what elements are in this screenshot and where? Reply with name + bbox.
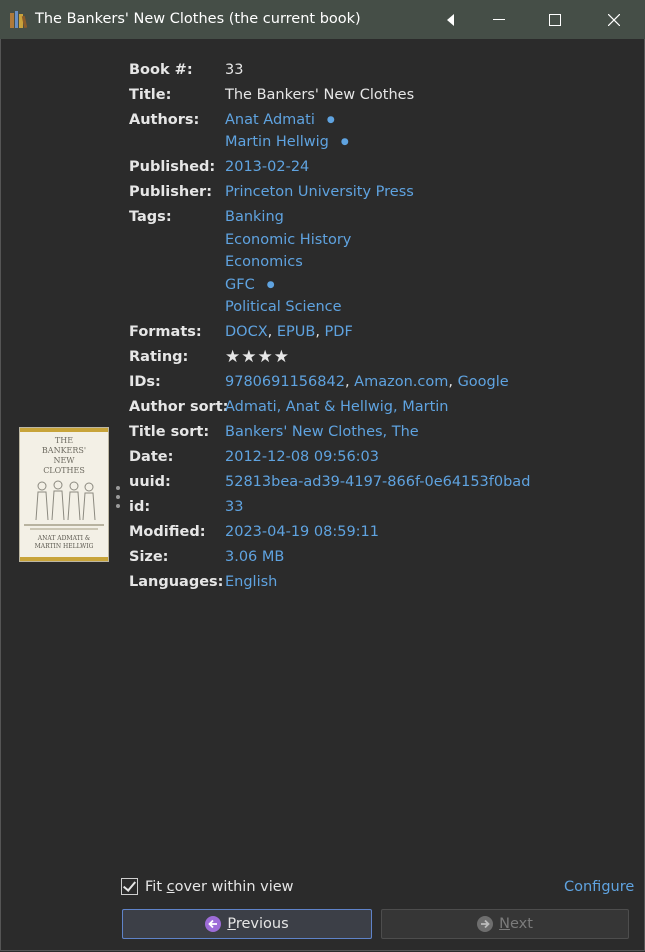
star-rating: ★★★★ — [225, 347, 290, 367]
cover-author-line: MARTIN HELLWIG — [34, 543, 94, 550]
book-cover[interactable]: THE BANKERS' NEW CLOTHES ANAT ADMATI & M… — [20, 428, 108, 561]
tag-link[interactable]: GFC — [225, 277, 255, 293]
checkbox-checked-icon[interactable] — [121, 878, 138, 895]
field-label: Title: — [129, 87, 172, 103]
format-link[interactable]: EPUB — [277, 324, 315, 340]
id-link[interactable]: Google — [458, 374, 509, 390]
title-sort-link[interactable]: Bankers' New Clothes, The — [225, 424, 419, 440]
language-link[interactable]: English — [225, 574, 277, 590]
next-label: Next — [499, 916, 533, 932]
tag-link[interactable]: Banking — [225, 209, 284, 225]
id-link[interactable]: 9780691156842 — [225, 374, 345, 390]
cover-bottom-band — [20, 557, 108, 561]
field-label: Date: — [129, 449, 174, 465]
field-label: Rating: — [129, 349, 189, 365]
field-label: Tags: — [129, 209, 172, 225]
triangle-left-icon — [447, 13, 454, 26]
dot-icon[interactable]: ● — [327, 115, 335, 125]
cover-subtitle-line — [24, 524, 104, 526]
tag-link[interactable]: Economics — [225, 254, 303, 270]
fit-cover-checkbox[interactable]: Fit cover within view — [121, 878, 294, 895]
format-link[interactable]: DOCX — [225, 324, 268, 340]
author-sort-link[interactable]: Admati, Anat & Hellwig, Martin — [225, 399, 448, 415]
minimize-button[interactable] — [476, 0, 522, 39]
title-bar: The Bankers' New Clothes (the current bo… — [0, 0, 645, 39]
cover-title-line: NEW — [53, 456, 75, 465]
separator: , — [344, 374, 355, 390]
field-value: 33 — [225, 62, 244, 78]
field-label: Published: — [129, 159, 216, 175]
maximize-icon — [549, 13, 561, 26]
modified-link[interactable]: 2023-04-19 08:59:11 — [225, 524, 379, 540]
date-link[interactable]: 2012-12-08 09:56:03 — [225, 449, 379, 465]
back-button[interactable] — [428, 0, 474, 39]
cover-subtitle-line — [30, 528, 98, 530]
cover-title-line: CLOTHES — [43, 466, 85, 475]
cover-author-line: ANAT ADMATI & — [37, 535, 91, 542]
field-label: uuid: — [129, 474, 171, 490]
publisher-link[interactable]: Princeton University Press — [225, 184, 414, 200]
window-title: The Bankers' New Clothes (the current bo… — [35, 11, 361, 27]
next-button[interactable]: Next — [381, 909, 629, 939]
cover-illustration — [35, 480, 96, 521]
author-link[interactable]: Martin Hellwig — [225, 134, 329, 150]
field-label: Modified: — [129, 524, 206, 540]
maximize-button[interactable] — [532, 0, 578, 39]
dot-icon[interactable]: ● — [341, 137, 349, 147]
field-label: IDs: — [129, 374, 161, 390]
cover-title-line: THE — [54, 436, 74, 445]
field-label: Languages: — [129, 574, 224, 590]
configure-link[interactable]: Configure — [564, 879, 634, 895]
field-label: Publisher: — [129, 184, 213, 200]
splitter-handle[interactable] — [115, 486, 121, 516]
minimize-icon — [493, 18, 505, 20]
uuid-link[interactable]: 52813bea-ad39-4197-866f-0e64153f0bad — [225, 474, 530, 490]
previous-button[interactable]: Previous — [122, 909, 372, 939]
cover-title-line: BANKERS' — [41, 446, 87, 455]
arrow-right-icon — [477, 916, 494, 932]
close-icon — [608, 13, 620, 26]
field-label: Authors: — [129, 112, 200, 128]
field-label: Author sort: — [129, 399, 229, 415]
arrow-left-icon — [205, 916, 222, 932]
id-value-link[interactable]: 33 — [225, 499, 243, 515]
tag-link[interactable]: Political Science — [225, 299, 342, 315]
previous-label: Previous — [227, 916, 289, 932]
id-link[interactable]: Amazon.com — [354, 374, 448, 390]
separator: , — [448, 374, 458, 390]
calibre-books-icon — [10, 11, 28, 28]
published-link[interactable]: 2013-02-24 — [225, 159, 309, 175]
tag-link[interactable]: Economic History — [225, 232, 351, 248]
author-link[interactable]: Anat Admati — [225, 112, 315, 128]
separator: , — [267, 324, 277, 340]
field-label: Size: — [129, 549, 169, 565]
field-label: id: — [129, 499, 151, 515]
fit-cover-label: Fit cover within view — [145, 878, 294, 895]
field-label: Formats: — [129, 324, 202, 340]
format-link[interactable]: PDF — [325, 324, 353, 340]
close-button[interactable] — [591, 0, 637, 39]
field-value: The Bankers' New Clothes — [225, 87, 415, 103]
size-link[interactable]: 3.06 MB — [225, 549, 284, 565]
separator: , — [315, 324, 325, 340]
field-label: Title sort: — [129, 424, 210, 440]
cover-top-band — [20, 428, 108, 432]
field-label: Book #: — [129, 62, 193, 78]
dot-icon[interactable]: ● — [267, 280, 275, 290]
